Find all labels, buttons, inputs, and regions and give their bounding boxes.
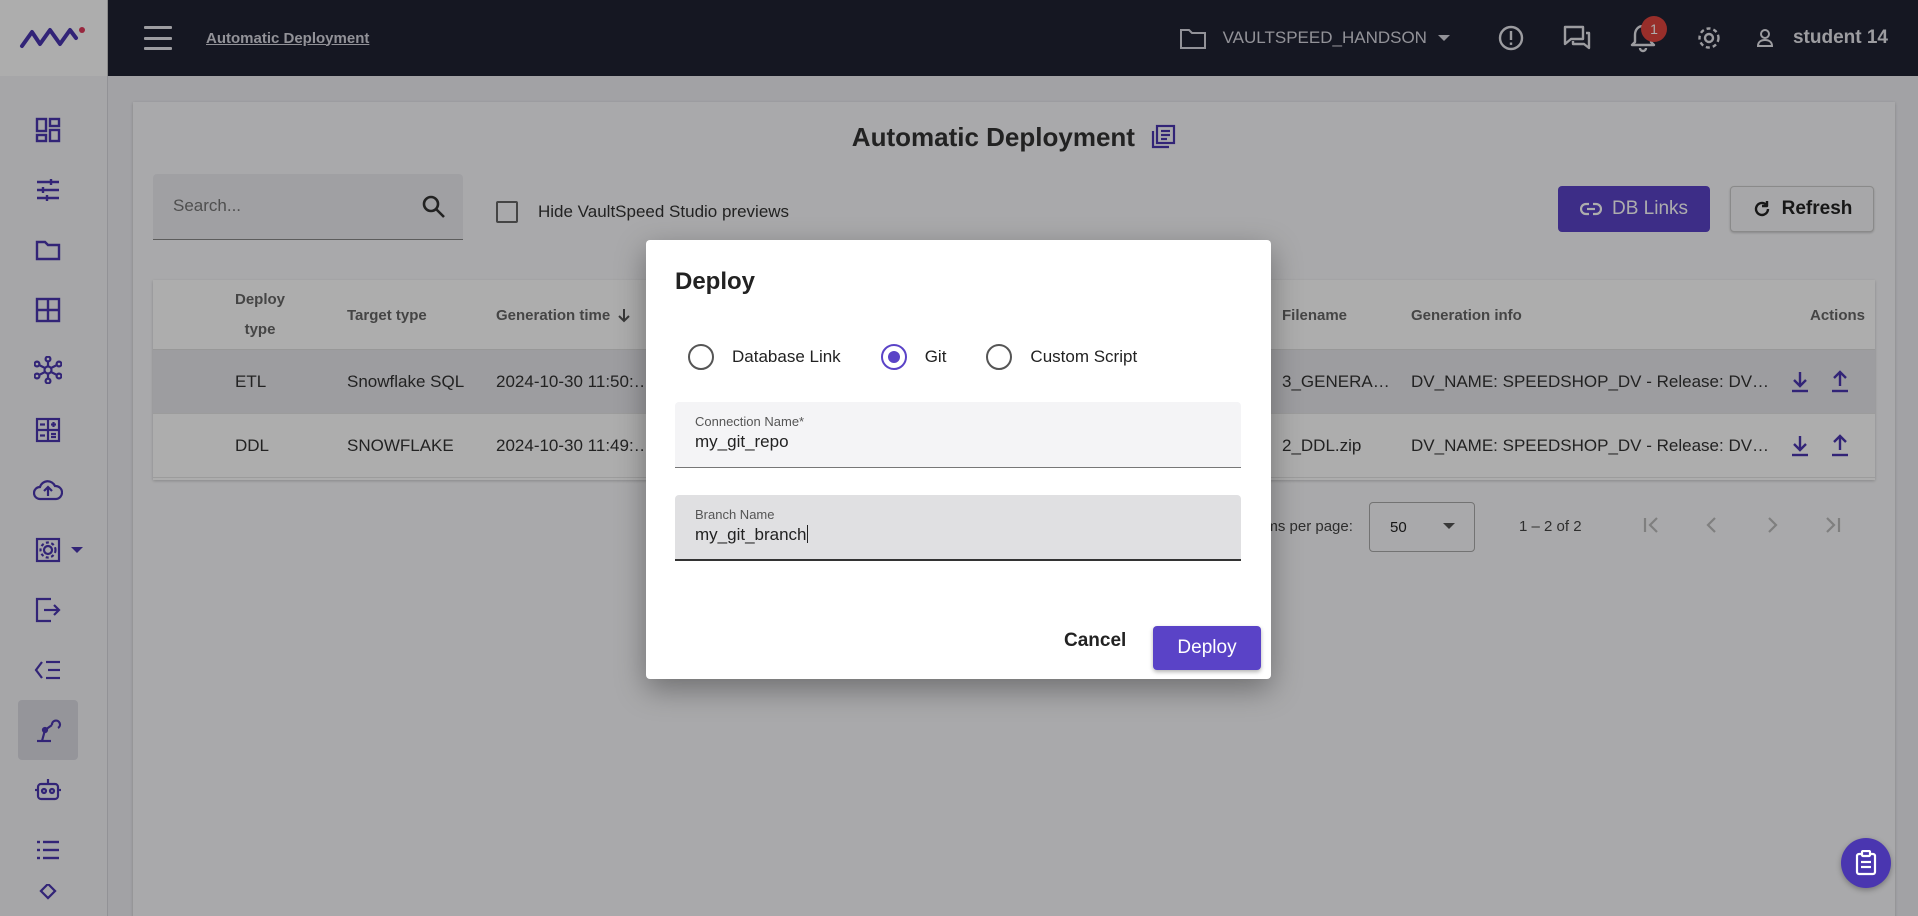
branch-name-value: my_git_branch: [695, 525, 807, 544]
radio-git-label[interactable]: Git: [925, 347, 947, 367]
deploy-method-radio-group: Database Link Git Custom Script: [688, 344, 1177, 370]
radio-database-link-label[interactable]: Database Link: [732, 347, 841, 367]
deploy-dialog: Deploy Database Link Git Custom Script C…: [646, 240, 1271, 679]
radio-git[interactable]: [880, 344, 907, 370]
connection-name-input[interactable]: my_git_repo: [695, 432, 789, 452]
connection-name-field[interactable]: Connection Name* my_git_repo: [675, 402, 1241, 468]
text-cursor: [806, 525, 808, 543]
dialog-title: Deploy: [675, 268, 756, 295]
deploy-button[interactable]: Deploy: [1153, 626, 1261, 670]
branch-name-field[interactable]: Branch Name my_git_branch: [675, 495, 1241, 561]
radio-custom-script-label[interactable]: Custom Script: [1030, 347, 1137, 367]
radio-database-link[interactable]: [688, 344, 714, 370]
branch-name-input[interactable]: my_git_branch: [695, 525, 808, 545]
radio-custom-script[interactable]: [986, 344, 1013, 370]
clipboard-icon: [1855, 850, 1877, 876]
feedback-fab[interactable]: [1841, 838, 1891, 888]
branch-name-label: Branch Name: [695, 507, 775, 522]
cancel-button[interactable]: Cancel: [1064, 630, 1126, 652]
connection-name-label: Connection Name*: [695, 414, 805, 429]
